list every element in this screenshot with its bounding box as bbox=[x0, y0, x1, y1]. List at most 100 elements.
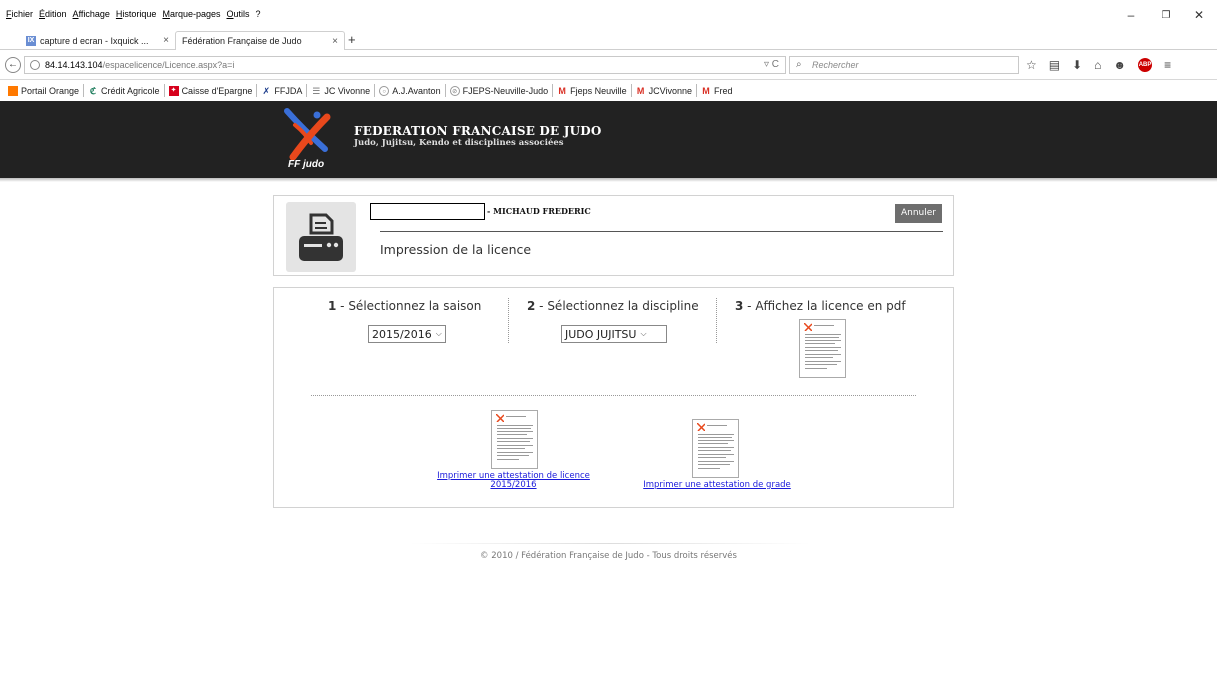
site-title: FEDERATION FRANCAISE DE JUDO bbox=[354, 124, 602, 138]
reload-icon[interactable]: ▿ C bbox=[764, 59, 779, 70]
printer-icon bbox=[286, 202, 356, 272]
hamburger-menu-icon[interactable]: ≡ bbox=[1164, 58, 1171, 72]
step-text: - Sélectionnez la discipline bbox=[535, 299, 699, 313]
url-path: /espacelicence/Licence.aspx?a=i bbox=[102, 60, 235, 70]
footer-divider bbox=[410, 543, 810, 544]
ixquick-icon: IX bbox=[26, 35, 36, 46]
bookmark-fred[interactable]: M Fred bbox=[701, 85, 733, 96]
bookmark-label: Fred bbox=[714, 85, 733, 96]
step-separator bbox=[716, 298, 717, 343]
bookmark-label: A.J.Avanton bbox=[392, 85, 441, 96]
page-title: Impression de la licence bbox=[380, 242, 532, 257]
bookmark-fjeps-neuville[interactable]: M Fjeps Neuville bbox=[557, 85, 627, 96]
search-input[interactable]: ⌕ Rechercher bbox=[789, 56, 1019, 74]
aj-icon: ○ bbox=[379, 85, 390, 96]
new-tab-icon[interactable]: + bbox=[348, 32, 356, 47]
step-separator bbox=[508, 298, 509, 343]
discipline-select[interactable]: JUDO JUJITSU ⌵ bbox=[561, 325, 667, 343]
site-header: FF judo FEDERATION FRANCAISE DE JUDO Jud… bbox=[0, 101, 1217, 178]
menu-help[interactable]: ? bbox=[256, 9, 261, 19]
licence-pdf-thumbnail[interactable] bbox=[799, 319, 846, 378]
url-bar[interactable]: 84.14.143.104/espacelicence/Licence.aspx… bbox=[24, 56, 786, 74]
bookmark-ffjda[interactable]: ✗ FFJDA bbox=[261, 85, 303, 96]
download-icon[interactable]: ⬇ bbox=[1072, 58, 1082, 72]
redacted-field bbox=[370, 203, 485, 220]
gmail-icon: M bbox=[636, 85, 645, 96]
close-window-icon[interactable]: ✕ bbox=[1189, 8, 1209, 22]
home-icon[interactable]: ⌂ bbox=[1094, 58, 1101, 72]
step-season-label: 1 - Sélectionnez la saison bbox=[328, 299, 481, 313]
orange-icon bbox=[8, 85, 18, 96]
discipline-select-value: JUDO JUJITSU bbox=[565, 327, 637, 341]
menu-edition[interactable]: Édition bbox=[39, 9, 67, 19]
restore-icon[interactable]: ❐ bbox=[1156, 10, 1176, 21]
bookmark-credit-agricole[interactable]: ℭ Crédit Agricole bbox=[88, 86, 160, 96]
grade-attestation-thumbnail[interactable] bbox=[692, 419, 739, 478]
divider bbox=[311, 395, 916, 396]
ffjudo-logo-icon bbox=[804, 323, 812, 331]
bookmark-jc-vivonne[interactable]: ☰ JC Vivonne bbox=[311, 86, 370, 96]
bookmark-label: JC Vivonne bbox=[324, 85, 371, 96]
reading-list-icon[interactable]: ▤ bbox=[1049, 58, 1060, 72]
step-text: - Sélectionnez la saison bbox=[336, 299, 482, 313]
step-pdf-label: 3 - Affichez la licence en pdf bbox=[735, 299, 906, 313]
adblock-icon[interactable]: ABP bbox=[1138, 58, 1153, 72]
attestation-grade-link[interactable]: Imprimer une attestation de grade bbox=[632, 480, 802, 490]
step-text: - Affichez la licence en pdf bbox=[743, 299, 906, 313]
bookmark-aj-avanton[interactable]: ○ A.J.Avanton bbox=[379, 85, 441, 96]
season-select-value: 2015/2016 bbox=[372, 327, 432, 341]
chevron-down-icon: ⌵ bbox=[640, 329, 647, 338]
divider bbox=[380, 231, 943, 232]
fjeps-icon: ⊘ bbox=[449, 85, 460, 96]
bookmark-fjeps-neuville-judo[interactable]: ⊘ FJEPS-Neuville-Judo bbox=[449, 85, 549, 96]
close-tab-icon[interactable]: × bbox=[332, 36, 338, 47]
back-arrow-icon[interactable]: ← bbox=[5, 57, 21, 73]
tab-label: capture d ecran - Ixquick ... bbox=[40, 35, 149, 46]
ffjudo-logo-icon bbox=[496, 414, 504, 422]
bookmark-label: Portail Orange bbox=[21, 85, 80, 96]
cancel-button[interactable]: Annuler bbox=[895, 204, 942, 223]
attestation-licence-link[interactable]: Imprimer une attestation de licence 2015… bbox=[431, 471, 596, 491]
menu-bar: Fichier Édition Affichage Historique Mar… bbox=[0, 0, 1217, 28]
bookmark-label: FFJDA bbox=[274, 85, 303, 96]
caisse-epargne-icon: ✦ bbox=[168, 85, 179, 96]
bookmark-label: Caisse d'Epargne bbox=[181, 85, 253, 96]
bookmark-label: FJEPS-Neuville-Judo bbox=[462, 85, 549, 96]
bookmark-label: JCVivonne bbox=[648, 85, 693, 96]
bookmark-jcvivonne[interactable]: M JCVivonne bbox=[636, 86, 692, 96]
season-select[interactable]: 2015/2016 ⌵ bbox=[368, 325, 446, 343]
bookmark-star-icon[interactable]: ☆ bbox=[1026, 58, 1037, 72]
tab-ixquick[interactable]: IX capture d ecran - Ixquick ... × bbox=[20, 31, 175, 50]
search-icon: ⌕ bbox=[796, 59, 802, 70]
tab-ffjudo[interactable]: Fédération Française de Judo × bbox=[175, 31, 345, 50]
tab-bar: IX capture d ecran - Ixquick ... × Fédér… bbox=[0, 28, 1217, 50]
gmail-icon: M bbox=[702, 85, 710, 96]
nav-bar: ← 84.14.143.104/espacelicence/Licence.as… bbox=[0, 50, 1217, 80]
menu-outils[interactable]: Outils bbox=[227, 9, 250, 19]
bookmark-label: Fjeps Neuville bbox=[570, 85, 627, 96]
menu-historique[interactable]: Historique bbox=[116, 9, 157, 19]
logo-text: FF judo bbox=[288, 159, 325, 170]
bookmark-caisse-epargne[interactable]: ✦ Caisse d'Epargne bbox=[168, 85, 253, 96]
url-host: 84.14.143.104 bbox=[45, 60, 103, 70]
bookmark-label: Crédit Agricole bbox=[101, 85, 160, 96]
header-shadow bbox=[0, 178, 1217, 182]
menu-fichier[interactable]: Fichier bbox=[6, 9, 33, 19]
ffjudo-logo-icon bbox=[697, 423, 705, 431]
licence-attestation-thumbnail[interactable] bbox=[491, 410, 538, 469]
licence-steps-panel: 1 - Sélectionnez la saison 2 - Sélection… bbox=[273, 287, 954, 508]
site-subtitle: Judo, Jujitsu, Kendo et disciplines asso… bbox=[354, 138, 564, 148]
menu-marque-pages[interactable]: Marque-pages bbox=[162, 9, 220, 19]
minimize-icon[interactable]: – bbox=[1121, 8, 1141, 22]
close-tab-icon[interactable]: × bbox=[163, 35, 169, 46]
licensee-name: - MICHAUD FREDERIC bbox=[487, 206, 591, 216]
licence-header-panel: - MICHAUD FREDERIC Impression de la lice… bbox=[273, 195, 954, 276]
bookmarks-bar: Portail Orange ℭ Crédit Agricole ✦ Caisse … bbox=[0, 80, 1217, 101]
ffjda-icon: ✗ bbox=[262, 85, 271, 96]
chat-icon[interactable]: ☻ bbox=[1113, 58, 1126, 72]
menu-affichage[interactable]: Affichage bbox=[73, 9, 110, 19]
bookmark-portail-orange[interactable]: Portail Orange bbox=[8, 85, 80, 96]
footer-copyright: © 2010 / Fédération Française de Judo - … bbox=[480, 551, 737, 561]
link-text: 2015/2016 bbox=[490, 480, 537, 491]
credit-agricole-icon: ℭ bbox=[89, 85, 97, 96]
